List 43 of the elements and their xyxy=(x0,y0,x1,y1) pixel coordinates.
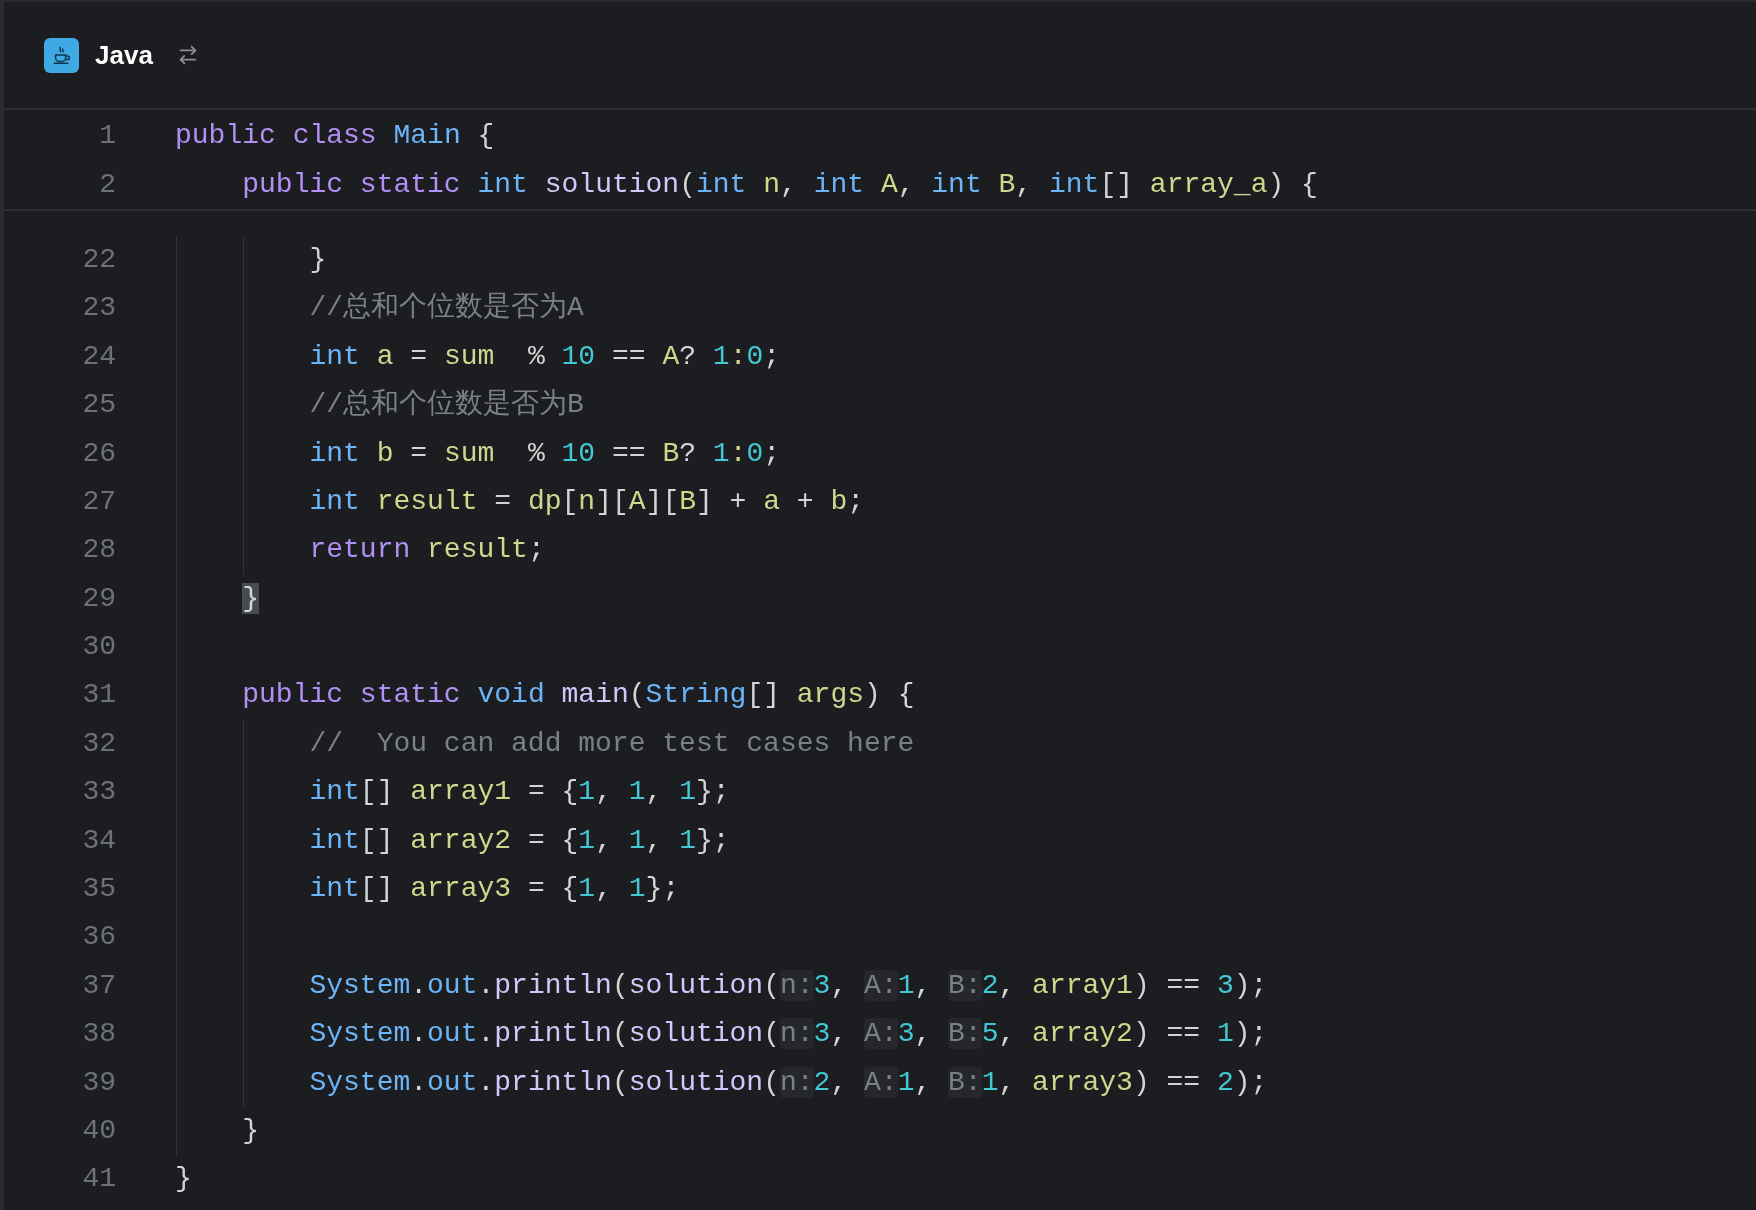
code-line: public static int solution(int n, int A, int B, int[] array_a) { xyxy=(241,167,1318,202)
code-line: int b = sum % 10 == B? 1:0; xyxy=(308,436,781,471)
code-line: System.out.println(solution(n:3, A:3, B:5, array2) == 1); xyxy=(308,1017,1268,1052)
code-line: //总和个位数是否为A xyxy=(308,291,584,326)
code-line: //总和个位数是否为B xyxy=(308,388,584,423)
line-number: 39 xyxy=(81,1065,116,1100)
code-line: int[] array2 = {1, 1, 1}; xyxy=(308,823,730,858)
line-number: 41 xyxy=(81,1162,116,1197)
line-number: 27 xyxy=(81,484,116,519)
line-number: 34 xyxy=(81,823,116,858)
code-line: } xyxy=(175,1162,192,1197)
code-line: int a = sum % 10 == A? 1:0; xyxy=(308,339,781,374)
line-number: 33 xyxy=(81,775,116,810)
line-number: 35 xyxy=(81,872,116,907)
code-line: System.out.println(solution(n:2, A:1, B:1, array3) == 2); xyxy=(308,1065,1268,1100)
line-number: 40 xyxy=(81,1114,116,1148)
language-label: Java xyxy=(95,38,153,72)
line-number: 29 xyxy=(81,581,116,616)
line-number: 30 xyxy=(81,630,116,665)
code-line: int[] array3 = {1, 1}; xyxy=(308,872,680,907)
code-line: int[] array1 = {1, 1, 1}; xyxy=(308,775,730,810)
code-line: public class Main { xyxy=(175,119,495,154)
line-number: 36 xyxy=(81,920,116,955)
code-line: public static void main(String[] args) { xyxy=(241,678,915,713)
java-cup-icon xyxy=(44,37,79,73)
line-number: 26 xyxy=(81,436,116,471)
line-number: 32 xyxy=(81,726,116,761)
code-line: } xyxy=(241,1114,260,1148)
code-line: int result = dp[n][A][B] + a + b; xyxy=(308,484,865,519)
line-number: 2 xyxy=(98,167,116,202)
line-number: 25 xyxy=(81,388,116,423)
line-number: 38 xyxy=(81,1017,116,1052)
code-line: System.out.println(solution(n:3, A:1, B:2, array1) == 3); xyxy=(308,968,1268,1003)
code-line: return result; xyxy=(308,533,545,568)
line-number: 37 xyxy=(81,968,116,1003)
line-number: 22 xyxy=(81,242,116,277)
line-number: 1 xyxy=(98,119,116,154)
line-number: 24 xyxy=(81,339,116,374)
line-number: 31 xyxy=(81,678,116,713)
code-line: } xyxy=(308,242,327,277)
line-number: 28 xyxy=(81,533,116,568)
code-line: // You can add more test cases here xyxy=(308,726,915,761)
line-number: 23 xyxy=(81,291,116,326)
